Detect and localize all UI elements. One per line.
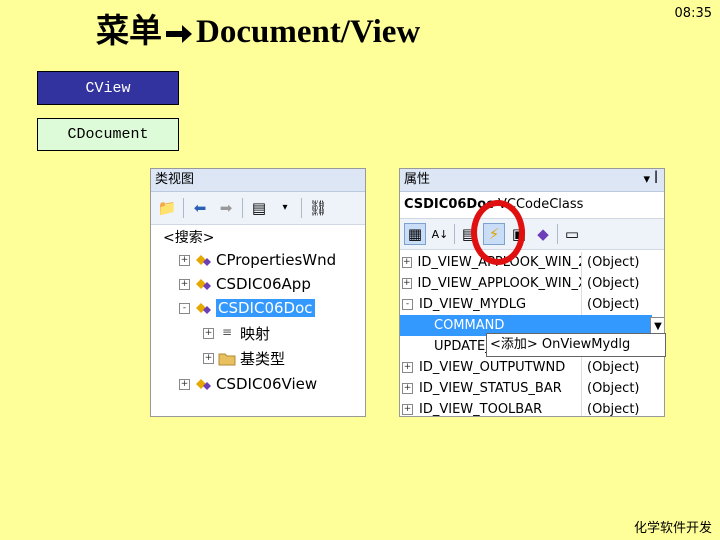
- property-row[interactable]: + ID_VIEW_OUTPUTWND (Object): [400, 357, 664, 378]
- properties-title-bar: 属性 ▾ ꟾ: [400, 169, 664, 192]
- property-value: (Object): [581, 378, 639, 399]
- tree-item-cpropertieswnd[interactable]: + CPropertiesWnd: [179, 248, 336, 272]
- tree-item-label: CPropertiesWnd: [216, 251, 337, 269]
- expand-icon[interactable]: +: [402, 383, 413, 394]
- handler-dropdown-option[interactable]: <添加> OnViewMydlg: [486, 333, 666, 357]
- properties-title: 属性: [404, 172, 431, 187]
- tree-item-label-selected: CSDIC06Doc: [216, 299, 315, 317]
- property-name: ID_VIEW_STATUS_BAR: [419, 381, 562, 396]
- property-name: ID_VIEW_MYDLG: [419, 297, 527, 312]
- slide-title: 菜单 Document/View: [96, 4, 420, 52]
- properties-toolbar: ▦ A↓ ▤ ⚡ ▣ ◆ ▭: [400, 219, 664, 250]
- class-view-toolbar: 📁 ⬅ ➡ ▤ ▾ ⛓: [151, 192, 365, 225]
- class-icon: [196, 279, 211, 290]
- property-value: (Object): [581, 273, 639, 294]
- highlight-circle: [471, 200, 525, 265]
- sort-az-icon[interactable]: A↓: [430, 224, 450, 244]
- expand-icon[interactable]: +: [402, 362, 413, 373]
- overrides-icon[interactable]: ◆: [533, 224, 553, 244]
- property-row[interactable]: + ID_VIEW_TOOLBAR (Object): [400, 399, 664, 417]
- settings-list-icon[interactable]: ▤: [249, 198, 269, 218]
- expand-icon[interactable]: +: [179, 378, 190, 390]
- toolbar-separator: [301, 198, 302, 218]
- categorized-icon[interactable]: ▦: [404, 223, 426, 245]
- property-name: ID_VIEW_TOOLBAR: [419, 402, 543, 417]
- tree-item-label: 基类型: [240, 349, 286, 368]
- property-name: COMMAND: [434, 318, 505, 333]
- expand-icon[interactable]: +: [203, 327, 214, 339]
- tree-item-label: 映射: [240, 324, 271, 343]
- property-row[interactable]: - ID_VIEW_MYDLG (Object): [400, 294, 664, 315]
- class-tree: + CPropertiesWnd + CSDIC06App - CSDIC06D…: [151, 248, 365, 416]
- collapse-icon[interactable]: -: [402, 299, 413, 310]
- property-row[interactable]: + ID_VIEW_STATUS_BAR (Object): [400, 378, 664, 399]
- expand-icon[interactable]: +: [179, 278, 190, 290]
- title-right: Document/View: [196, 14, 421, 50]
- expand-icon[interactable]: +: [179, 254, 190, 266]
- class-icon: [196, 255, 211, 266]
- tree-item-csdic06doc[interactable]: - CSDIC06Doc: [179, 296, 315, 320]
- property-value: (Object): [581, 294, 639, 315]
- map-icon: ≡: [221, 325, 233, 339]
- clock: 08:35: [674, 6, 712, 21]
- pin-icon[interactable]: ▾ ꟾ: [644, 169, 659, 191]
- class-browser-icon[interactable]: ⛓: [308, 198, 328, 218]
- chevron-down-icon[interactable]: ▾: [275, 198, 295, 218]
- object-selector[interactable]: CSDIC06Doc VCCodeClass: [400, 192, 664, 219]
- property-name: ID_VIEW_APPLOOK_WIN_XP: [417, 276, 581, 291]
- expand-icon[interactable]: +: [402, 278, 412, 289]
- expand-icon[interactable]: +: [203, 352, 214, 364]
- tree-item-maps[interactable]: + ≡ 映射: [203, 321, 270, 345]
- property-name: ID_VIEW_OUTPUTWND: [419, 360, 566, 375]
- title-left: 菜单: [96, 14, 162, 50]
- class-view-panel: 类视图 📁 ⬅ ➡ ▤ ▾ ⛓ <搜索> + CPropertiesWnd + …: [150, 168, 366, 417]
- forward-arrow-icon[interactable]: ➡: [216, 198, 236, 218]
- class-view-title: 类视图: [151, 169, 365, 192]
- class-icon: [196, 379, 211, 390]
- toolbar-separator: [242, 198, 243, 218]
- property-value: (Object): [581, 399, 639, 416]
- property-row[interactable]: + ID_VIEW_APPLOOK_WIN_XP (Object): [400, 273, 664, 294]
- tree-item-csdic06view[interactable]: + CSDIC06View: [179, 372, 317, 396]
- right-arrow-icon: [166, 25, 192, 44]
- tree-item-csdic06app[interactable]: + CSDIC06App: [179, 272, 311, 296]
- property-row[interactable]: +ID_VIEW_APPLOOK_WIN_2000 (Object): [400, 252, 664, 273]
- tree-item-label: CSDIC06View: [216, 375, 318, 393]
- tree-item-base-types[interactable]: + 基类型: [203, 346, 285, 370]
- property-value: (Object): [581, 252, 639, 273]
- cview-box: CView: [37, 71, 179, 105]
- new-folder-icon[interactable]: 📁: [157, 198, 177, 218]
- collapse-icon[interactable]: -: [179, 302, 190, 314]
- footer-note: 化学软件开发: [633, 521, 712, 536]
- cdocument-box: CDocument: [37, 118, 179, 151]
- property-value: (Object): [581, 357, 639, 378]
- expand-icon[interactable]: +: [402, 404, 413, 415]
- back-arrow-icon[interactable]: ⬅: [190, 198, 210, 218]
- class-icon: [196, 303, 211, 314]
- tree-item-label: CSDIC06App: [216, 275, 311, 293]
- toolbar-separator: [183, 198, 184, 218]
- expand-icon[interactable]: +: [402, 257, 412, 268]
- toolbar-separator: [454, 224, 455, 244]
- properties-panel: 属性 ▾ ꟾ CSDIC06Doc VCCodeClass ▦ A↓ ▤ ⚡ ▣…: [399, 168, 665, 417]
- folder-icon: [218, 353, 236, 366]
- property-pages-icon[interactable]: ▭: [562, 224, 582, 244]
- toolbar-separator: [557, 224, 558, 244]
